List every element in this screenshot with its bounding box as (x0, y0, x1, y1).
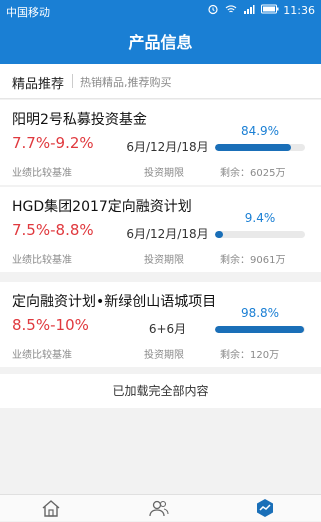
product-card[interactable]: 定向融资计划•新绿创山语城项目 8.5%-10% 6+6月 98.8% 业绩比较… (0, 282, 321, 367)
product-card[interactable]: 阳明2号私募投资基金 7.7%-9.2% 6月/12月/18月 84.9% 业绩… (0, 100, 321, 185)
status-icons (207, 3, 279, 15)
rate-label: 业绩比较基准 (12, 350, 72, 361)
progress-fill (215, 231, 224, 238)
product-rate: 7.5%-8.8% (12, 221, 94, 239)
home-icon (42, 500, 60, 517)
progress-percent: 9.4% (244, 211, 276, 225)
product-name: 定向融资计划•新绿创山语城项目 (12, 294, 217, 310)
section-subtitle: 热销精品,推荐购买 (80, 76, 172, 89)
page-header: 产品信息 (0, 22, 321, 64)
chart-icon (257, 499, 273, 517)
wifi-icon (225, 5, 237, 13)
signal-icon (244, 5, 255, 14)
carrier-name: 中国移动 (6, 6, 50, 19)
progress-percent: 98.8% (240, 306, 280, 320)
product-rate: 8.5%-10% (12, 316, 89, 334)
load-complete-message: 已加载完全部内容 (0, 374, 321, 408)
tab-users[interactable] (148, 498, 170, 518)
product-term: 6+6月 (148, 322, 187, 336)
section-divider (72, 74, 73, 88)
status-time: 11:36 (283, 4, 315, 17)
progress-fill (215, 326, 304, 333)
page-title: 产品信息 (128, 33, 193, 52)
rate-label: 业绩比较基准 (12, 168, 72, 179)
tab-home[interactable] (40, 498, 62, 518)
remaining-amount: 剩余：120万 (220, 350, 280, 361)
tab-products[interactable] (254, 498, 276, 518)
term-label: 投资期限 (144, 350, 184, 361)
progress-fill (215, 144, 292, 151)
product-name: HGD集团2017定向融资计划 (12, 199, 192, 215)
progress-bar (215, 326, 305, 333)
users-icon (149, 500, 169, 517)
product-card[interactable]: HGD集团2017定向融资计划 7.5%-8.8% 6月/12月/18月 9.4… (0, 187, 321, 272)
remaining-amount: 剩余：9061万 (220, 255, 286, 266)
section-label: 精品推荐 (12, 77, 65, 92)
product-term: 6月/12月/18月 (126, 227, 209, 241)
progress-bar (215, 144, 305, 151)
progress-bar (215, 231, 305, 238)
load-complete-text: 已加载完全部内容 (112, 384, 209, 398)
battery-icon (261, 4, 279, 14)
rate-label: 业绩比较基准 (12, 255, 72, 266)
product-name: 阳明2号私募投资基金 (12, 112, 147, 128)
status-bar: 中国移动 11:36 (0, 0, 321, 22)
bottom-tab-bar (0, 494, 321, 521)
term-label: 投资期限 (144, 168, 184, 179)
alarm-icon (208, 4, 218, 15)
progress-percent: 84.9% (240, 124, 280, 138)
recommend-section-header: 精品推荐 热销精品,推荐购买 (0, 64, 321, 99)
product-rate: 7.7%-9.2% (12, 134, 94, 152)
term-label: 投资期限 (144, 255, 184, 266)
remaining-amount: 剩余：6025万 (220, 168, 286, 179)
product-term: 6月/12月/18月 (126, 140, 209, 154)
